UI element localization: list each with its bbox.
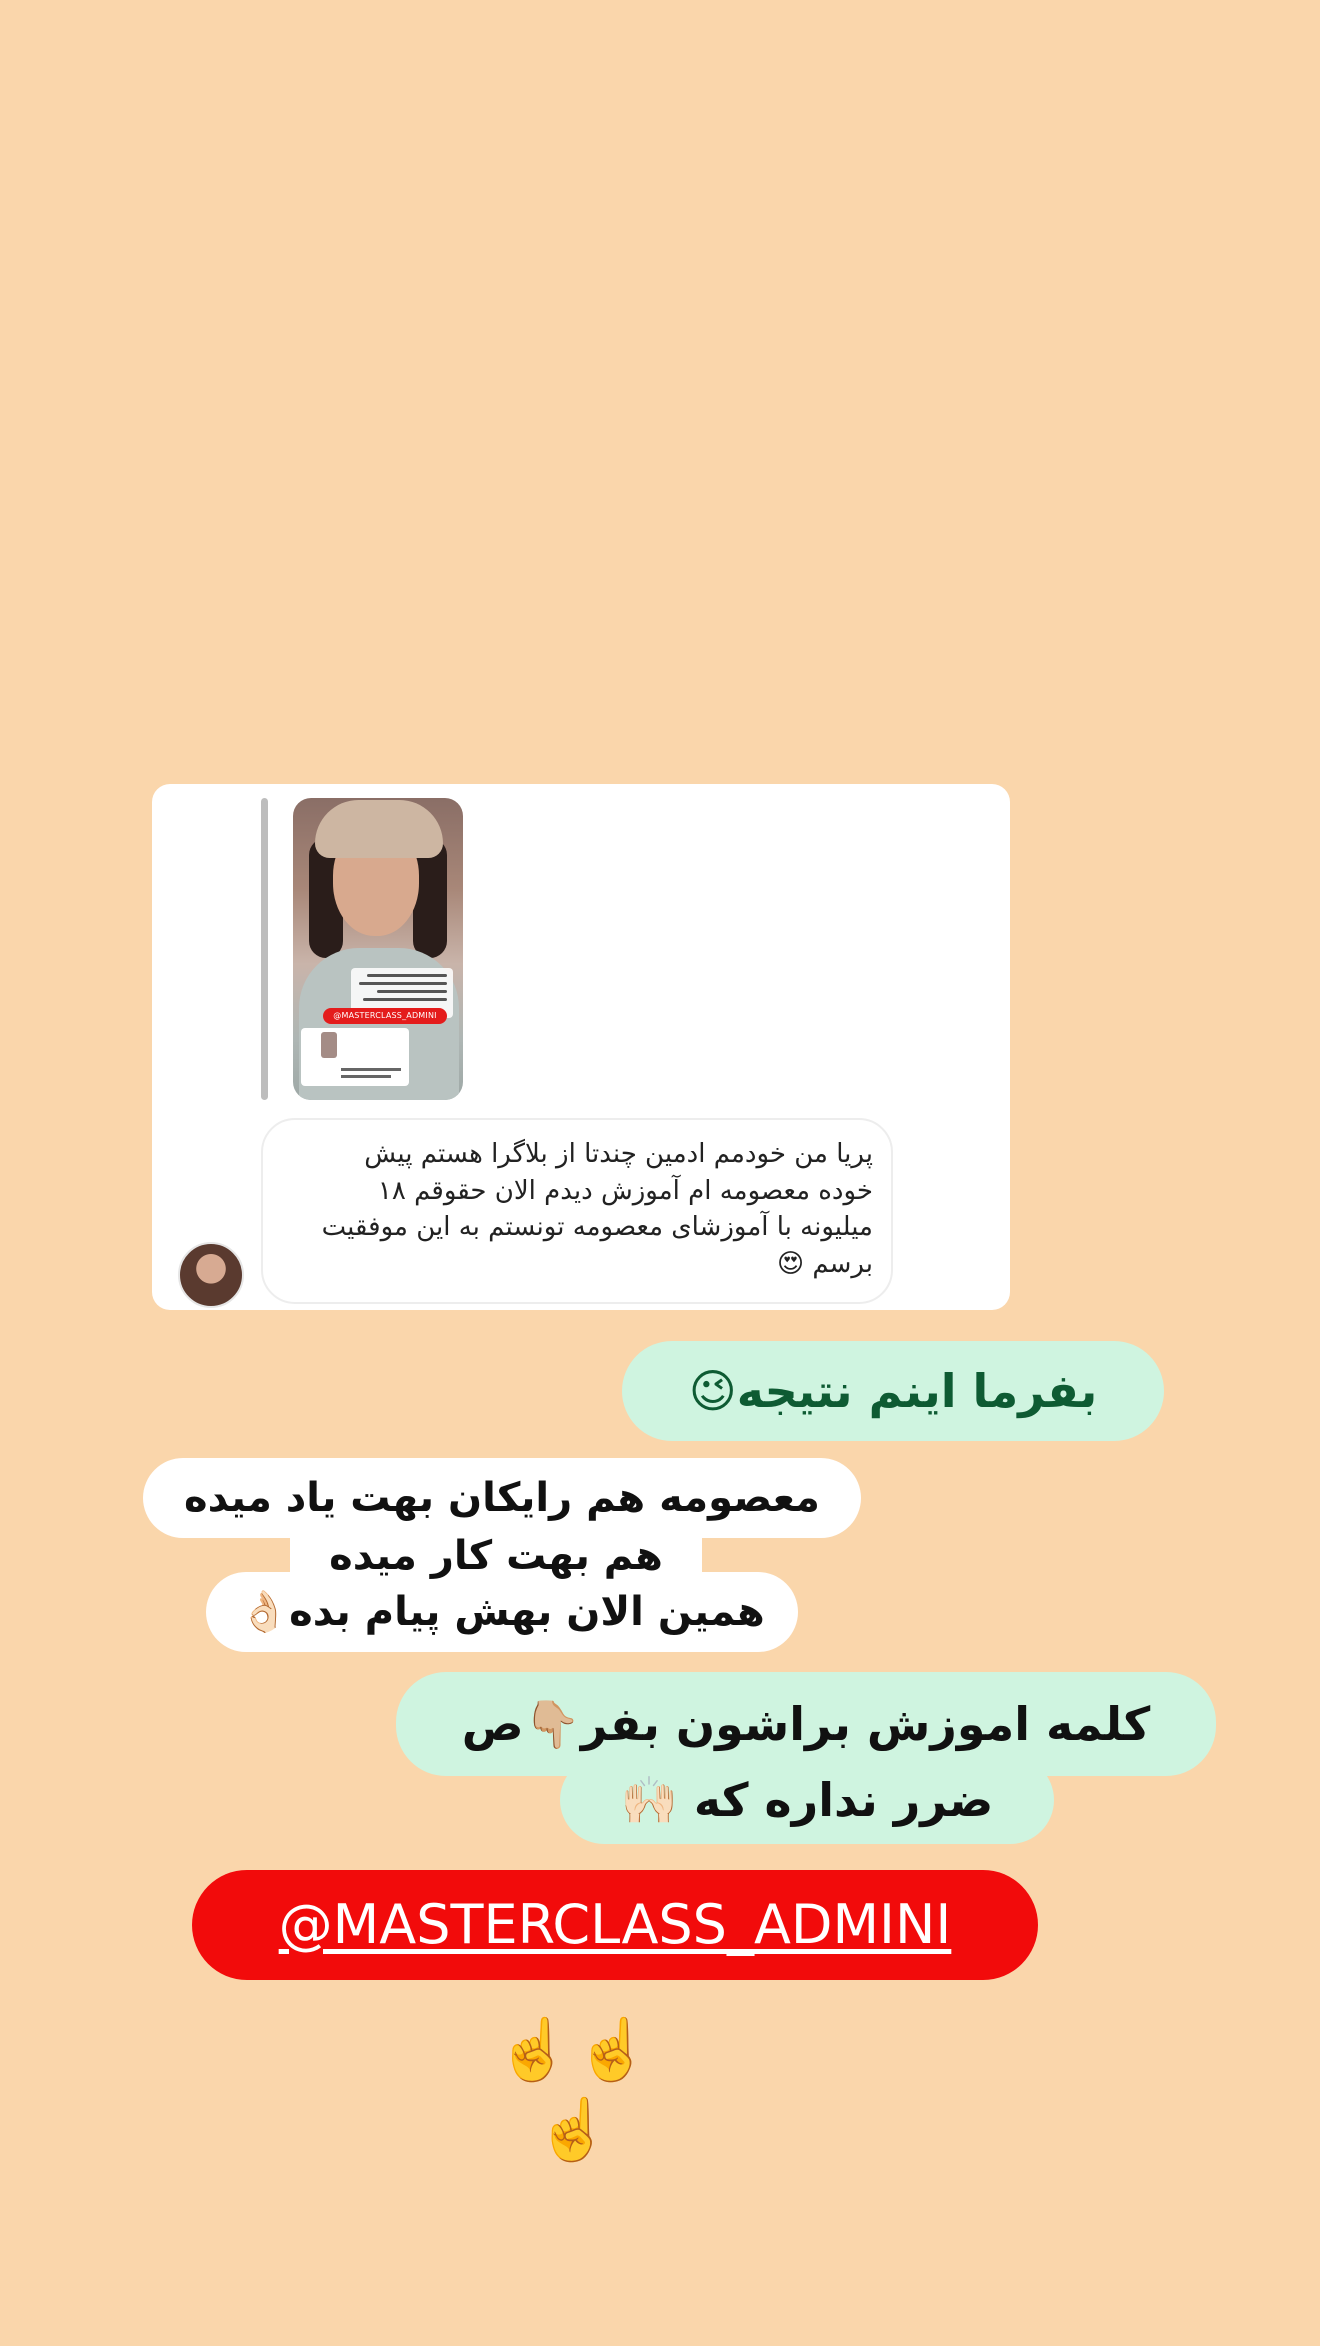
teach-caption-line3: همین الان بهش پیام بده👌🏻	[239, 1589, 765, 1635]
word-caption-line2: ضرر نداره که 🙌🏻	[620, 1773, 994, 1827]
quote-bar	[261, 798, 268, 1100]
thumbnail-mini-line	[341, 1068, 401, 1071]
comment-text: پریا من خودمم ادمین چندتا از بلاگرا هستم…	[321, 1139, 873, 1279]
mention-handle-link[interactable]: @MASTERCLASS_ADMINI	[192, 1870, 1038, 1980]
result-caption: بفرما اینم نتیجه😉	[688, 1364, 1098, 1418]
avatar[interactable]	[178, 1242, 244, 1308]
pointing-up-icon: ☝️☝️☝️	[496, 2015, 654, 2165]
thumbnail-mini-photo	[321, 1032, 337, 1058]
thumbnail-handle-tag: @MASTERCLASS_ADMINI	[323, 1008, 447, 1024]
thumbnail-cap	[315, 800, 443, 858]
thumbnail-mini-card	[301, 1028, 409, 1086]
story-thumbnail[interactable]: @MASTERCLASS_ADMINI	[293, 798, 463, 1100]
thumbnail-mini-line	[341, 1075, 391, 1078]
teach-caption-line1: معصومه هم رایکان بهت یاد میده	[184, 1475, 820, 1521]
